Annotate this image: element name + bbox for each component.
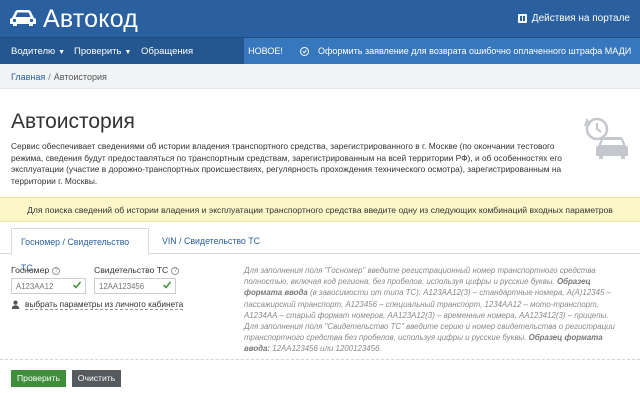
nav-item-requests-label: Обращения [141, 46, 194, 57]
svid-label-text: Свидетельство ТС [94, 265, 169, 275]
logo-text[interactable]: Автокод [43, 5, 138, 34]
breadcrumb-current: Автоистория [53, 72, 107, 82]
nav-item-requests[interactable]: Обращения [141, 46, 193, 57]
tab-vin[interactable]: VIN / Свидетельство ТС [153, 228, 269, 255]
chevron-down-icon: ▼ [58, 49, 66, 56]
chevron-down-icon: ▼ [124, 49, 132, 56]
breadcrumb: Главная / Автоистория [0, 64, 640, 89]
portal-actions-icon [517, 14, 527, 23]
user-icon [11, 300, 20, 309]
input-help-text: Для заполнения поля "Госномер" введите р… [244, 265, 616, 355]
main-nav: Водителю ▼ Проверить ▼ Обращения НОВОЕ! Оф… [0, 37, 640, 65]
nav-item-check-label: Проверить [74, 46, 122, 57]
fine-refund-icon [300, 47, 309, 56]
svid-label: Свидетельство ТС? [94, 265, 180, 275]
cabinet-link-text: выбрать параметры из личного кабинета [25, 299, 184, 310]
nav-item-driver-label: Водителю [11, 46, 56, 57]
car-history-icon [584, 117, 628, 159]
check-icon [72, 281, 82, 289]
page-description: Сервис обеспечивает сведениями об истори… [11, 141, 562, 186]
nav-item-check[interactable]: Проверить ▼ [74, 46, 131, 57]
breadcrumb-home[interactable]: Главная [11, 72, 45, 82]
help-question-icon[interactable]: ? [52, 267, 61, 275]
top-header: Автокод Действия на портале [0, 0, 640, 37]
tab-bar: Госномер / Свидетельство ТС VIN / Свидет… [0, 228, 640, 273]
check-icon [162, 281, 172, 289]
portal-actions-label: Действия на портале [531, 13, 630, 24]
gosnomer-label: Госномер? [11, 265, 61, 275]
nav-item-driver[interactable]: Водителю ▼ [11, 46, 65, 57]
help-gosnomer-text: Для заполнения поля "Госномер" введите р… [244, 266, 596, 287]
help-svid-format: 12АА123456 или 1200123456. [272, 344, 382, 354]
search-notice: Для поиска сведений об истории владения … [0, 197, 640, 222]
page-title: Автоистория [11, 110, 135, 133]
help-question-icon[interactable]: ? [171, 267, 180, 275]
portal-actions-link[interactable]: Действия на портале [517, 13, 630, 24]
tab-gosnomer[interactable]: Госномер / Свидетельство ТС [11, 228, 149, 273]
gosnomer-label-text: Госномер [11, 265, 50, 275]
breadcrumb-separator: / [48, 72, 51, 82]
clear-button[interactable]: Очистить [72, 370, 121, 387]
news-link[interactable]: Оформить заявление для возврата ошибочно… [318, 46, 631, 56]
car-icon [10, 10, 36, 26]
check-button[interactable]: Проверить [11, 370, 66, 387]
news-badge: НОВОЕ! [244, 38, 287, 65]
cabinet-link[interactable]: выбрать параметры из личного кабинета [11, 299, 184, 310]
